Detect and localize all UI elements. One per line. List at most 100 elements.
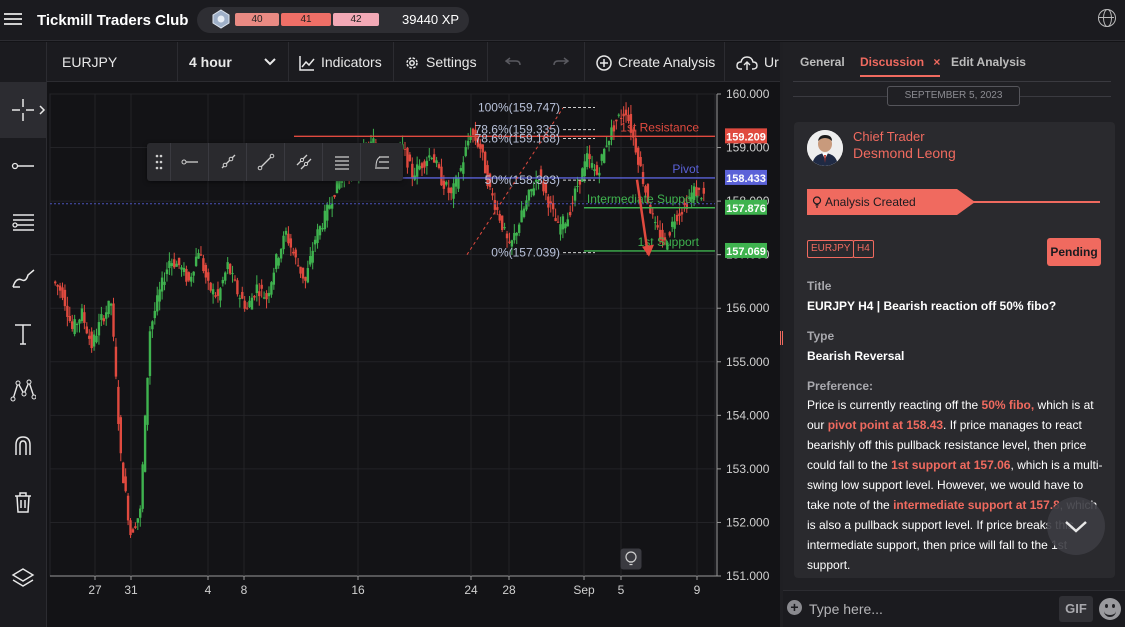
- magnet-tool[interactable]: [0, 418, 46, 474]
- add-attachment-icon[interactable]: +: [787, 600, 802, 615]
- drag-handle[interactable]: [147, 143, 170, 181]
- brush-tool[interactable]: [0, 250, 46, 306]
- tab-discussion[interactable]: Discussion ×: [860, 55, 940, 77]
- menu-icon[interactable]: [4, 10, 22, 28]
- candle: [63, 289, 67, 307]
- gear-icon: [406, 57, 418, 70]
- layers-tool[interactable]: [0, 550, 46, 606]
- candle: [124, 476, 127, 492]
- candle: [408, 154, 412, 162]
- candle: [75, 323, 79, 325]
- candle: [129, 520, 132, 536]
- horizontal-ray-button[interactable]: [170, 143, 208, 181]
- chevron-down-icon: [264, 58, 276, 66]
- idea-bulb-icon[interactable]: [620, 548, 642, 570]
- fib-tool[interactable]: [0, 194, 46, 250]
- globe-icon[interactable]: [1098, 9, 1116, 27]
- x-tick-label: 24: [464, 583, 478, 597]
- candle: [449, 187, 453, 194]
- candle: [262, 297, 266, 299]
- analysis-created-label: Analysis Created: [825, 195, 916, 209]
- timeframe-dropdown[interactable]: 4 hour: [178, 42, 289, 82]
- gif-button[interactable]: GIF: [1059, 596, 1093, 622]
- candle: [598, 172, 601, 176]
- badge-line: [972, 201, 1100, 203]
- candle: [420, 163, 424, 169]
- candle: [503, 227, 506, 229]
- drawing-tools-sidebar: [0, 82, 47, 627]
- candle: [114, 346, 118, 377]
- scroll-down-button[interactable]: [1047, 497, 1105, 555]
- settings-button[interactable]: Settings: [394, 42, 488, 82]
- lightbulb-icon: [812, 196, 822, 208]
- candle: [697, 187, 701, 190]
- symbol-selector[interactable]: EURJPY: [47, 42, 178, 82]
- tab-general[interactable]: General: [800, 55, 845, 69]
- level-name: Pivot: [672, 162, 699, 176]
- redo-icon[interactable]: [553, 55, 569, 69]
- create-analysis-button[interactable]: Create Analysis: [585, 42, 725, 82]
- candle: [97, 322, 101, 336]
- indicators-label: Indicators: [321, 54, 382, 70]
- candle: [323, 210, 327, 230]
- candle: [595, 165, 599, 175]
- brand-title: Tickmill Traders Club: [37, 12, 189, 29]
- comment-input[interactable]: [809, 599, 1029, 619]
- candle: [279, 248, 283, 259]
- analysis-panel: General Discussion × Edit Analysis SEPTE…: [783, 42, 1125, 627]
- candle: [199, 254, 203, 256]
- emoji-icon[interactable]: [1099, 598, 1121, 620]
- pattern-icon: [10, 379, 36, 402]
- candle: [231, 273, 234, 275]
- fib-extension-button[interactable]: [360, 143, 403, 181]
- ray-button[interactable]: [208, 143, 246, 181]
- candle: [260, 284, 263, 289]
- parallel-channel-button[interactable]: [284, 143, 322, 181]
- candle: [165, 269, 169, 275]
- candle: [304, 276, 307, 281]
- candle: [605, 145, 608, 147]
- candle: [146, 377, 149, 425]
- tab-edit-analysis[interactable]: Edit Analysis: [951, 55, 1026, 69]
- candle: [168, 260, 171, 269]
- candle: [583, 161, 586, 177]
- comment-bar: + GIF: [783, 590, 1125, 627]
- pattern-tool[interactable]: [0, 362, 46, 418]
- candle: [119, 417, 123, 454]
- candle: [73, 319, 76, 335]
- trendline-button[interactable]: [246, 143, 284, 181]
- line-tool-icon: [11, 162, 34, 170]
- indicators-button[interactable]: Indicators: [289, 42, 394, 82]
- x-tick-label: 8: [241, 583, 248, 597]
- candle: [61, 287, 64, 298]
- candle: [622, 113, 625, 117]
- undo-icon[interactable]: [505, 55, 521, 69]
- date-chip: SEPTEMBER 5, 2023: [887, 86, 1020, 106]
- candle: [270, 282, 273, 295]
- upload-button[interactable]: Ur: [725, 42, 780, 82]
- candle: [136, 518, 140, 523]
- candle: [328, 205, 331, 209]
- candle: [173, 259, 176, 268]
- candle: [275, 254, 278, 270]
- xp-level-segment: 40: [235, 13, 279, 26]
- candle: [602, 148, 606, 163]
- text-tool[interactable]: [0, 306, 46, 362]
- line-tool[interactable]: [0, 138, 46, 194]
- x-tick-label: 27: [88, 583, 102, 597]
- candle: [445, 182, 448, 185]
- candle: [126, 495, 130, 521]
- close-icon[interactable]: ×: [933, 55, 940, 69]
- candle: [277, 258, 280, 266]
- candle: [452, 183, 455, 199]
- candle: [505, 233, 509, 239]
- candle: [221, 279, 225, 284]
- x-tick-label: 9: [694, 583, 701, 597]
- fib-retracement-button[interactable]: [322, 143, 360, 181]
- chart-toolbar: EURJPY 4 hour Indicators Settings Create…: [47, 42, 780, 82]
- delete-tool[interactable]: [0, 474, 46, 530]
- chevron-right-icon[interactable]: [38, 105, 46, 115]
- crosshair-tool[interactable]: [0, 82, 46, 138]
- candle: [56, 284, 59, 287]
- candle: [568, 212, 572, 216]
